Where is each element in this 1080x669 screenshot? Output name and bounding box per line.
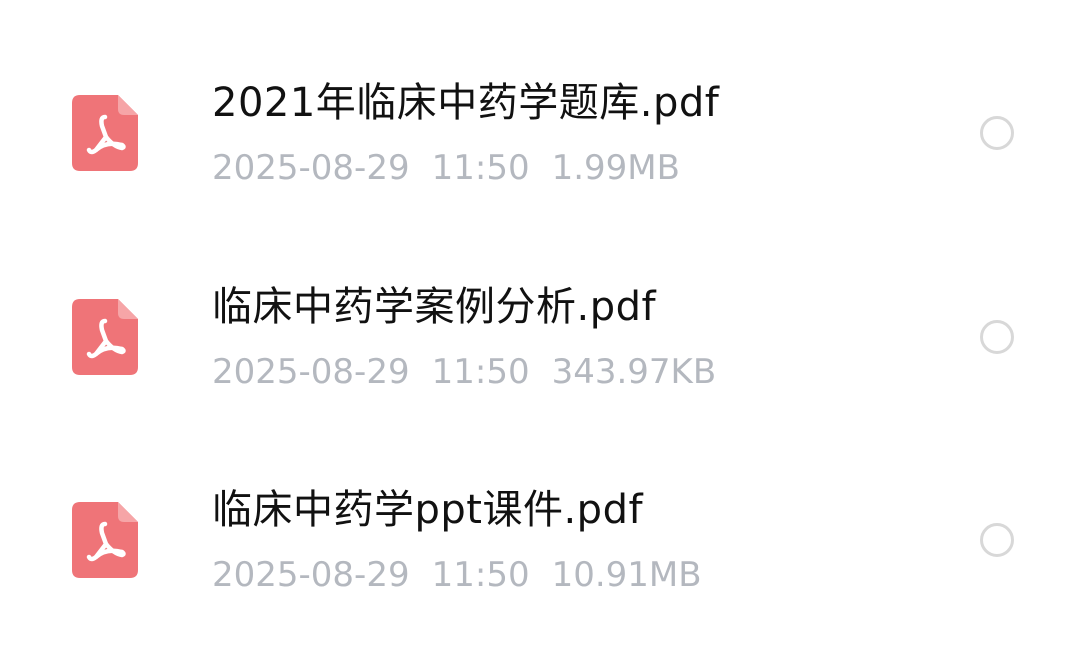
file-row[interactable]: 2021年临床中药学题库.pdf 2025-08-29 11:50 1.99MB <box>0 33 1080 233</box>
pdf-file-icon <box>72 299 138 375</box>
file-row[interactable]: 临床中药学案例分析.pdf 2025-08-29 11:50 343.97KB <box>0 237 1080 437</box>
file-name: 临床中药学ppt课件.pdf <box>212 487 644 533</box>
file-date: 2025-08-29 <box>212 352 410 392</box>
file-meta: 2025-08-29 11:50 1.99MB <box>212 148 702 188</box>
file-time: 11:50 <box>431 148 530 188</box>
select-radio[interactable] <box>980 320 1014 354</box>
file-size: 1.99MB <box>551 148 680 188</box>
select-radio[interactable] <box>980 116 1014 150</box>
file-meta: 2025-08-29 11:50 343.97KB <box>212 352 738 392</box>
file-name: 2021年临床中药学题库.pdf <box>212 80 720 126</box>
file-meta: 2025-08-29 11:50 10.91MB <box>212 555 724 595</box>
pdf-file-icon <box>72 502 138 578</box>
file-name: 临床中药学案例分析.pdf <box>212 284 657 330</box>
file-list: 2021年临床中药学题库.pdf 2025-08-29 11:50 1.99MB 临… <box>0 0 1080 669</box>
file-row[interactable]: 临床中药学ppt课件.pdf 2025-08-29 11:50 10.91MB <box>0 440 1080 640</box>
file-size: 343.97KB <box>551 352 717 392</box>
file-time: 11:50 <box>431 352 530 392</box>
file-size: 10.91MB <box>551 555 702 595</box>
pdf-file-icon <box>72 95 138 171</box>
file-date: 2025-08-29 <box>212 148 410 188</box>
select-radio[interactable] <box>980 523 1014 557</box>
file-time: 11:50 <box>431 555 530 595</box>
file-date: 2025-08-29 <box>212 555 410 595</box>
